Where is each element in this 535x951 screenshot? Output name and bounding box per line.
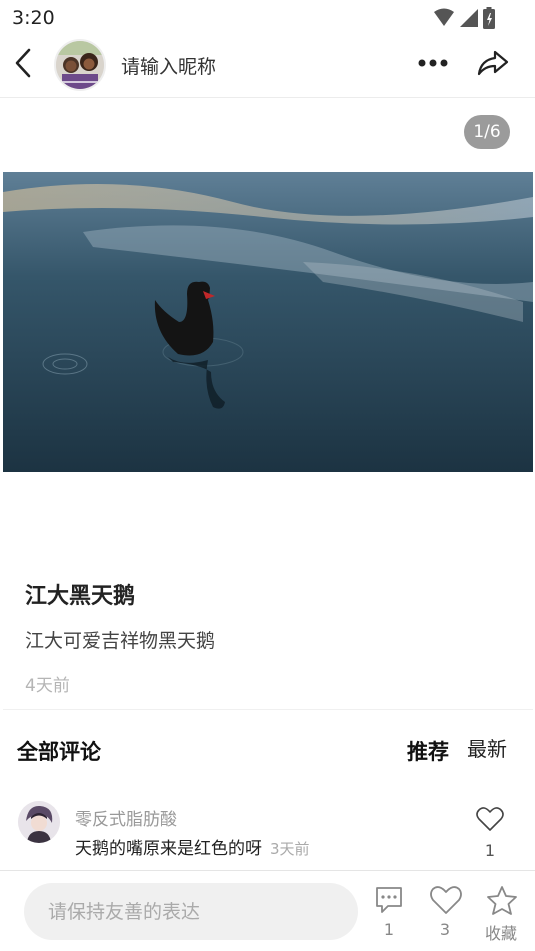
comment-input[interactable] <box>24 883 358 940</box>
comments-title: 全部评论 <box>17 740 101 764</box>
status-time: 3:20 <box>12 7 55 29</box>
signal-icon <box>460 9 478 27</box>
heart-icon <box>430 886 462 914</box>
gallery-page-indicator: 1/6 <box>464 115 510 149</box>
divider <box>3 709 533 710</box>
share-button[interactable] <box>474 48 512 78</box>
like-count: 3 <box>439 920 451 939</box>
author-nickname[interactable]: 请输入昵称 <box>121 52 216 79</box>
sort-latest-tab[interactable]: 最新 <box>467 733 507 762</box>
comment-count: 1 <box>383 920 395 939</box>
comment-bubble-icon <box>376 887 402 913</box>
favorite-label: 收藏 <box>484 924 517 943</box>
black-swan-photo <box>3 172 533 472</box>
comment-time: 3天前 <box>270 840 310 858</box>
comment-like-count: 1 <box>484 841 496 860</box>
comment-like-button[interactable] <box>476 806 504 832</box>
post-title: 江大黑天鹅 <box>25 584 136 609</box>
comment-button[interactable]: 1 <box>369 885 409 945</box>
comment-item: 零反式脂肪酸 天鹅的嘴原来是红色的呀 3天前 1 <box>0 796 535 866</box>
status-bar: 3:20 <box>0 0 535 36</box>
commenter-avatar-image <box>18 801 60 843</box>
share-icon <box>477 50 509 76</box>
favorite-button[interactable]: 收藏 <box>481 885 521 945</box>
commenter-avatar[interactable] <box>18 801 60 843</box>
battery-icon <box>483 7 495 29</box>
more-button[interactable] <box>415 49 451 77</box>
top-bar: 请输入昵称 <box>0 36 535 98</box>
back-button[interactable] <box>8 48 38 78</box>
post-photo[interactable] <box>3 172 533 472</box>
author-avatar[interactable] <box>54 39 106 91</box>
like-button[interactable]: 3 <box>425 885 465 945</box>
more-dots-icon <box>418 59 448 67</box>
post-description: 江大可爱吉祥物黑天鹅 <box>25 630 216 652</box>
heart-icon <box>476 807 504 831</box>
back-arrow-icon <box>15 48 31 78</box>
comment-content: 天鹅的嘴原来是红色的呀 <box>75 839 262 859</box>
post-time: 4天前 <box>25 676 70 696</box>
comment-username[interactable]: 零反式脂肪酸 <box>75 805 177 830</box>
avatar-image <box>56 41 104 89</box>
bottom-action-bar: 1 3 收藏 <box>0 870 535 951</box>
star-icon <box>487 886 517 915</box>
status-icons <box>433 7 495 29</box>
comment-text: 天鹅的嘴原来是红色的呀 3天前 <box>75 834 310 859</box>
wifi-icon <box>434 8 454 26</box>
sort-recommended-tab[interactable]: 推荐 <box>407 736 449 766</box>
